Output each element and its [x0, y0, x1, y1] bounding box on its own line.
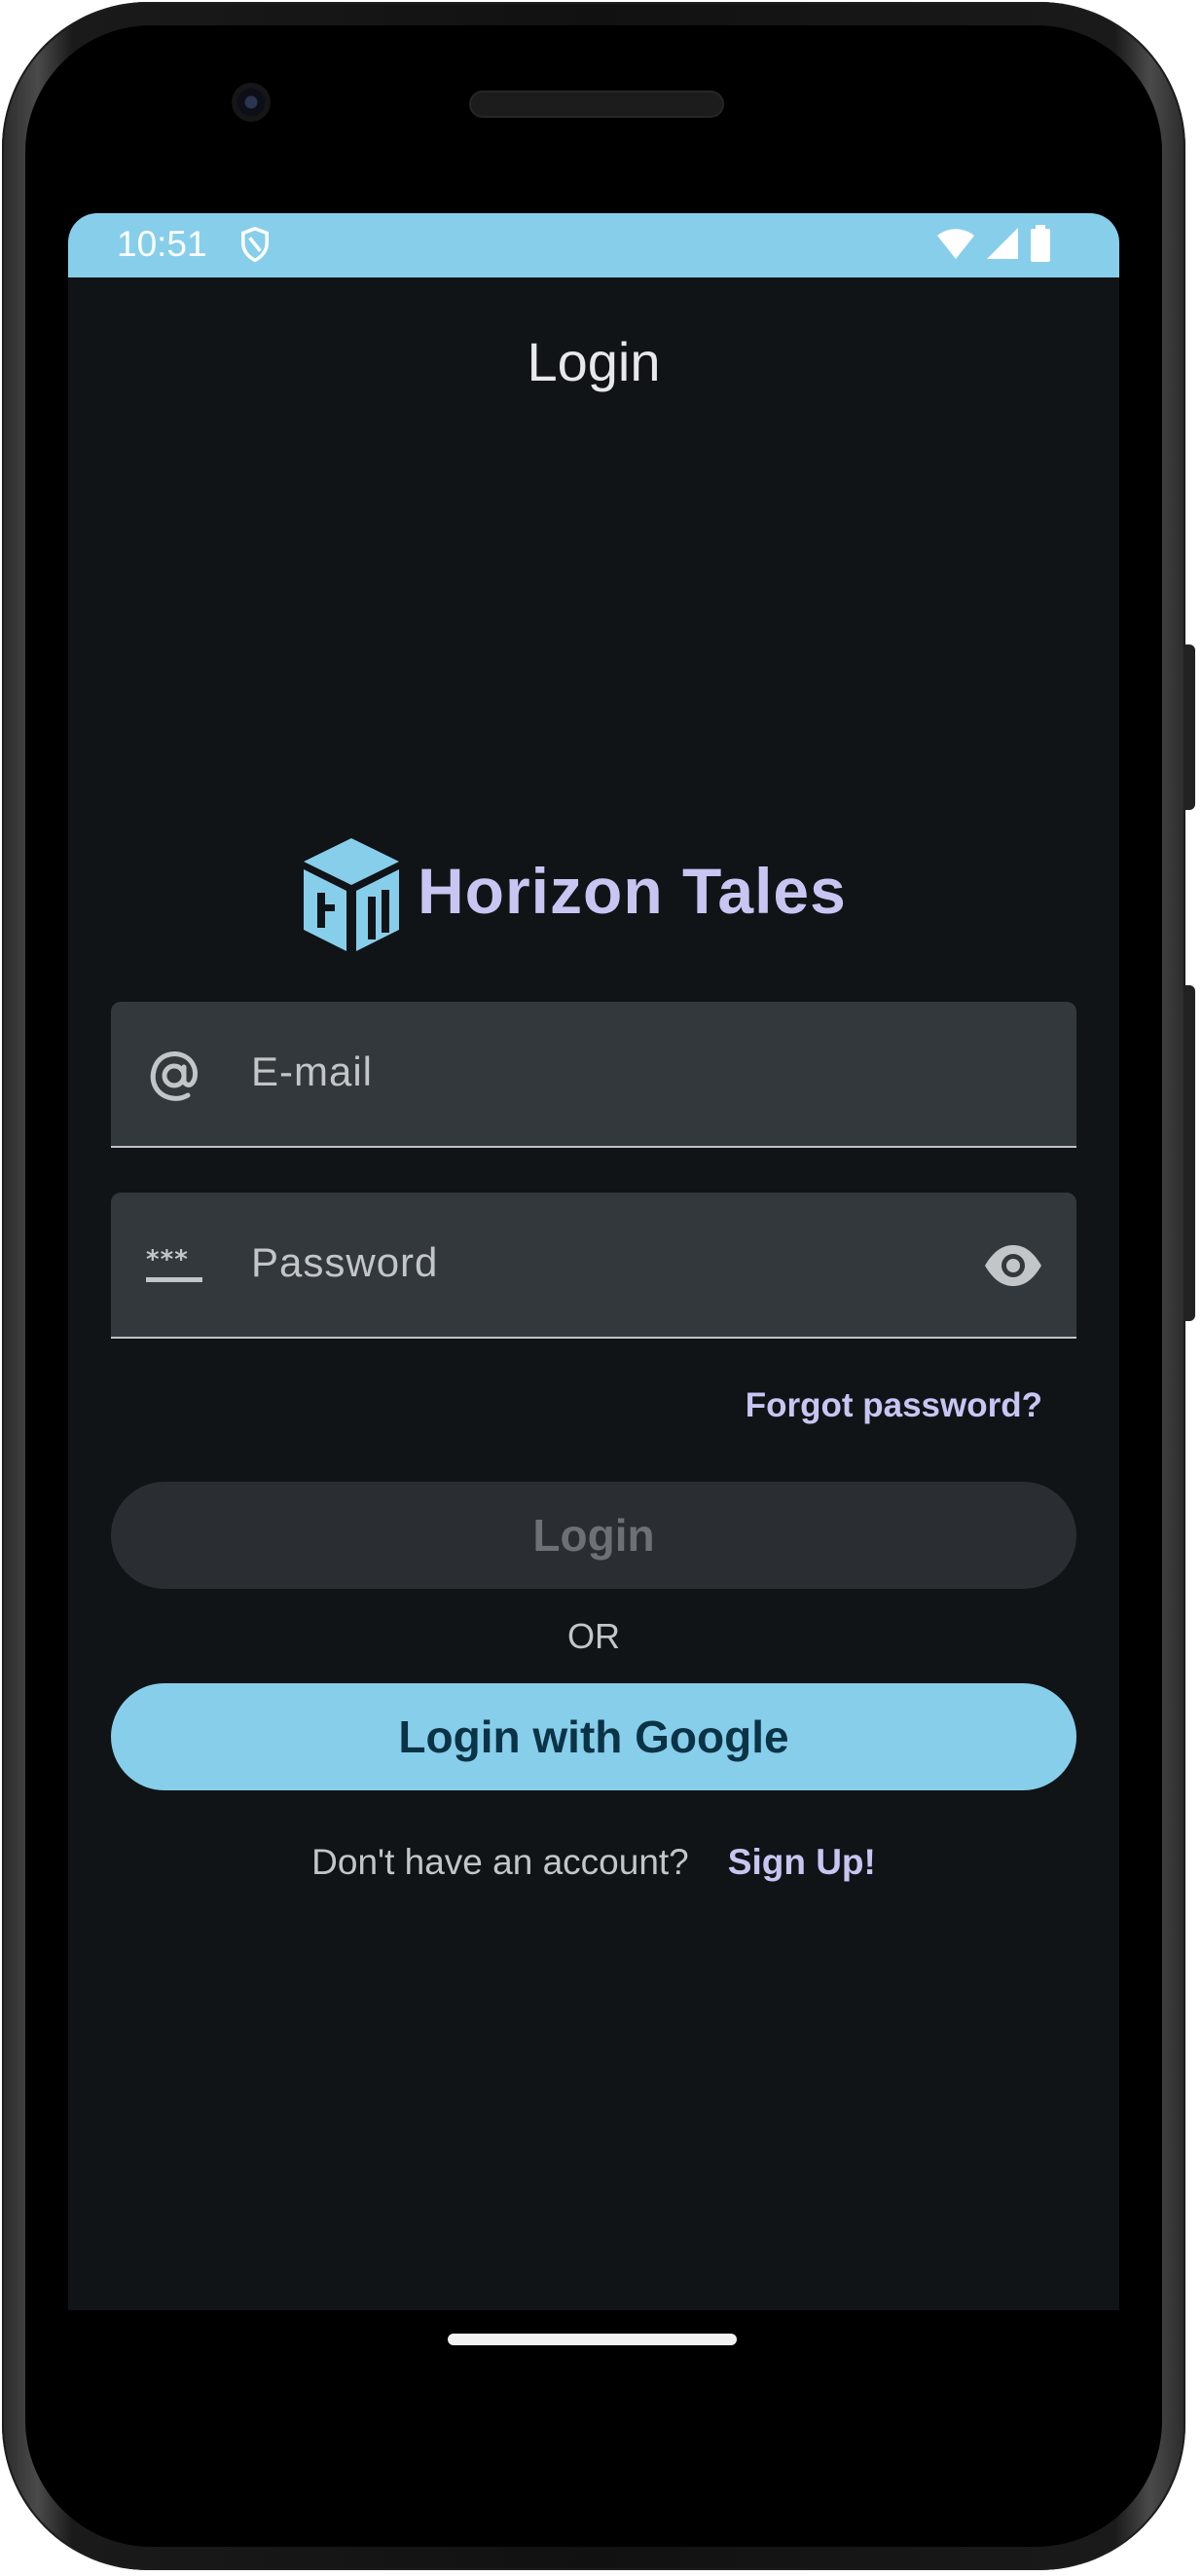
volume-button: [1184, 985, 1195, 1321]
app-screen: 10:51 Login Horizon Tales E-mail *** Pas…: [68, 213, 1119, 2310]
earpiece-speaker: [469, 91, 724, 118]
email-placeholder: E-mail: [251, 1049, 374, 1094]
page-title: Login: [527, 331, 661, 392]
password-placeholder: Password: [251, 1239, 439, 1285]
login-button[interactable]: Login: [111, 1482, 1076, 1589]
at-sign-icon: [150, 1051, 199, 1101]
eye-icon[interactable]: [983, 1237, 1043, 1294]
app-logo: Horizon Tales: [298, 836, 901, 958]
status-bar: 10:51: [68, 213, 1119, 277]
email-field[interactable]: E-mail: [111, 1002, 1076, 1148]
wifi-icon: [937, 229, 974, 259]
power-button: [1184, 644, 1195, 810]
front-camera: [232, 83, 271, 122]
status-time: 10:51: [117, 224, 207, 264]
or-divider: OR: [567, 1616, 620, 1656]
status-icons: [936, 225, 1051, 262]
google-login-button[interactable]: Login with Google: [111, 1683, 1076, 1790]
signup-link[interactable]: Sign Up!: [728, 1842, 876, 1882]
signup-row: Don't have an account? Sign Up!: [68, 1842, 1119, 1883]
horizon-cube-icon: [304, 838, 399, 951]
password-icon: ***: [146, 1245, 202, 1282]
battery-icon: [1031, 225, 1050, 262]
shield-icon: [241, 226, 269, 263]
logo-text: Horizon Tales: [418, 855, 847, 927]
home-indicator[interactable]: [448, 2334, 737, 2345]
password-field[interactable]: *** Password: [111, 1193, 1076, 1339]
svg-text:***: ***: [146, 1245, 189, 1274]
forgot-password-link[interactable]: Forgot password?: [746, 1386, 1042, 1425]
signup-prompt: Don't have an account?: [311, 1842, 689, 1882]
signal-icon: [987, 228, 1018, 259]
